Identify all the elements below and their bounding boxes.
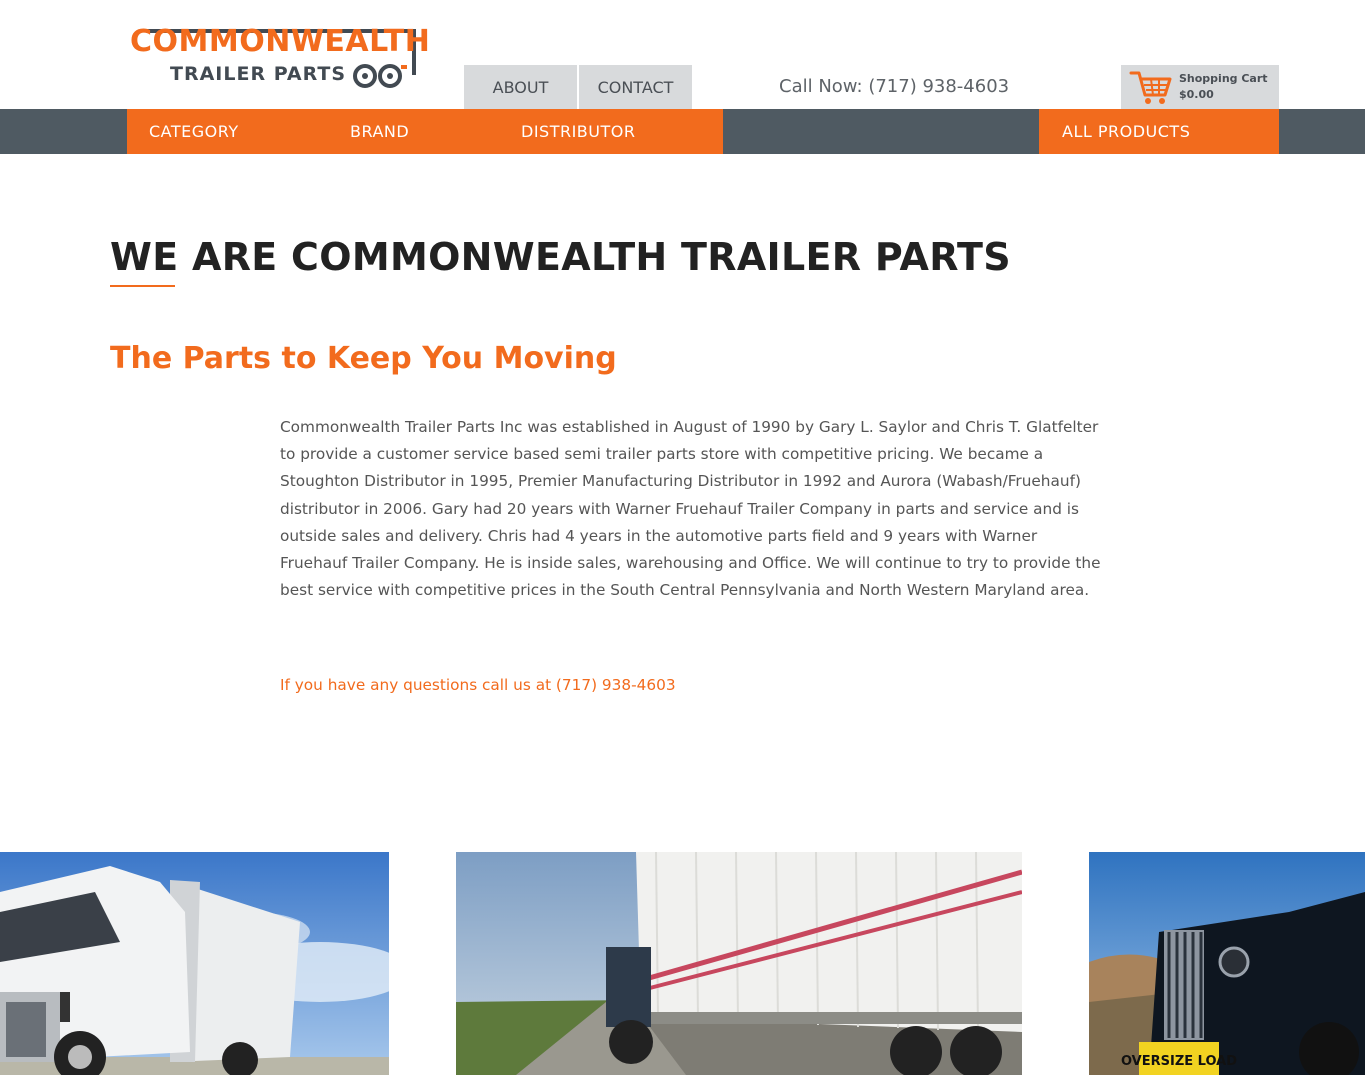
- cart-total: $0.00: [1179, 88, 1214, 101]
- nav-item-all-products[interactable]: ALL PRODUCTS: [1039, 109, 1279, 154]
- site-header: COMMONWEALTH TRAILER PARTS ABOUT CONTACT…: [0, 0, 1365, 109]
- cart-summary: Shopping Cart $0.00: [1179, 71, 1268, 103]
- shopping-cart-icon: [1129, 71, 1172, 104]
- truck-photo-oversize-load: OVERSIZE LOAD: [1089, 852, 1365, 1075]
- call-now-phone[interactable]: Call Now: (717) 938-4603: [779, 75, 1009, 99]
- top-links: ABOUT CONTACT: [464, 65, 692, 109]
- oversize-load-sign: OVERSIZE LOAD: [1121, 1054, 1237, 1069]
- logo-wordmark-bottom: TRAILER PARTS: [170, 63, 347, 85]
- shopping-cart-button[interactable]: Shopping Cart $0.00: [1121, 65, 1279, 109]
- nav-item-category[interactable]: CATEGORY: [149, 109, 239, 154]
- page-title: WE ARE COMMONWEALTH TRAILER PARTS: [110, 235, 1011, 279]
- nav-menu-group: CATEGORY BRAND DISTRIBUTOR: [127, 109, 723, 154]
- call-to-action[interactable]: If you have any questions call us at (71…: [280, 673, 676, 697]
- trailer-wheels-icon: [353, 64, 407, 88]
- truck-photo-highway-trailer: [456, 852, 1022, 1075]
- page-subtitle: The Parts to Keep You Moving: [110, 341, 617, 376]
- cart-label: Shopping Cart: [1179, 72, 1268, 85]
- title-underline: [110, 285, 175, 287]
- about-link[interactable]: ABOUT: [464, 65, 577, 109]
- contact-link[interactable]: CONTACT: [579, 65, 692, 109]
- main-nav: CATEGORY BRAND DISTRIBUTOR ALL PRODUCTS: [0, 109, 1365, 154]
- logo-wordmark-top: COMMONWEALTH: [130, 24, 431, 59]
- about-paragraph: Commonwealth Trailer Parts Inc was estab…: [280, 418, 1101, 600]
- site-logo[interactable]: COMMONWEALTH TRAILER PARTS: [128, 22, 430, 94]
- nav-item-distributor[interactable]: DISTRIBUTOR: [521, 109, 635, 154]
- nav-item-brand[interactable]: BRAND: [350, 109, 409, 154]
- truck-photo-white-semi: [0, 852, 389, 1075]
